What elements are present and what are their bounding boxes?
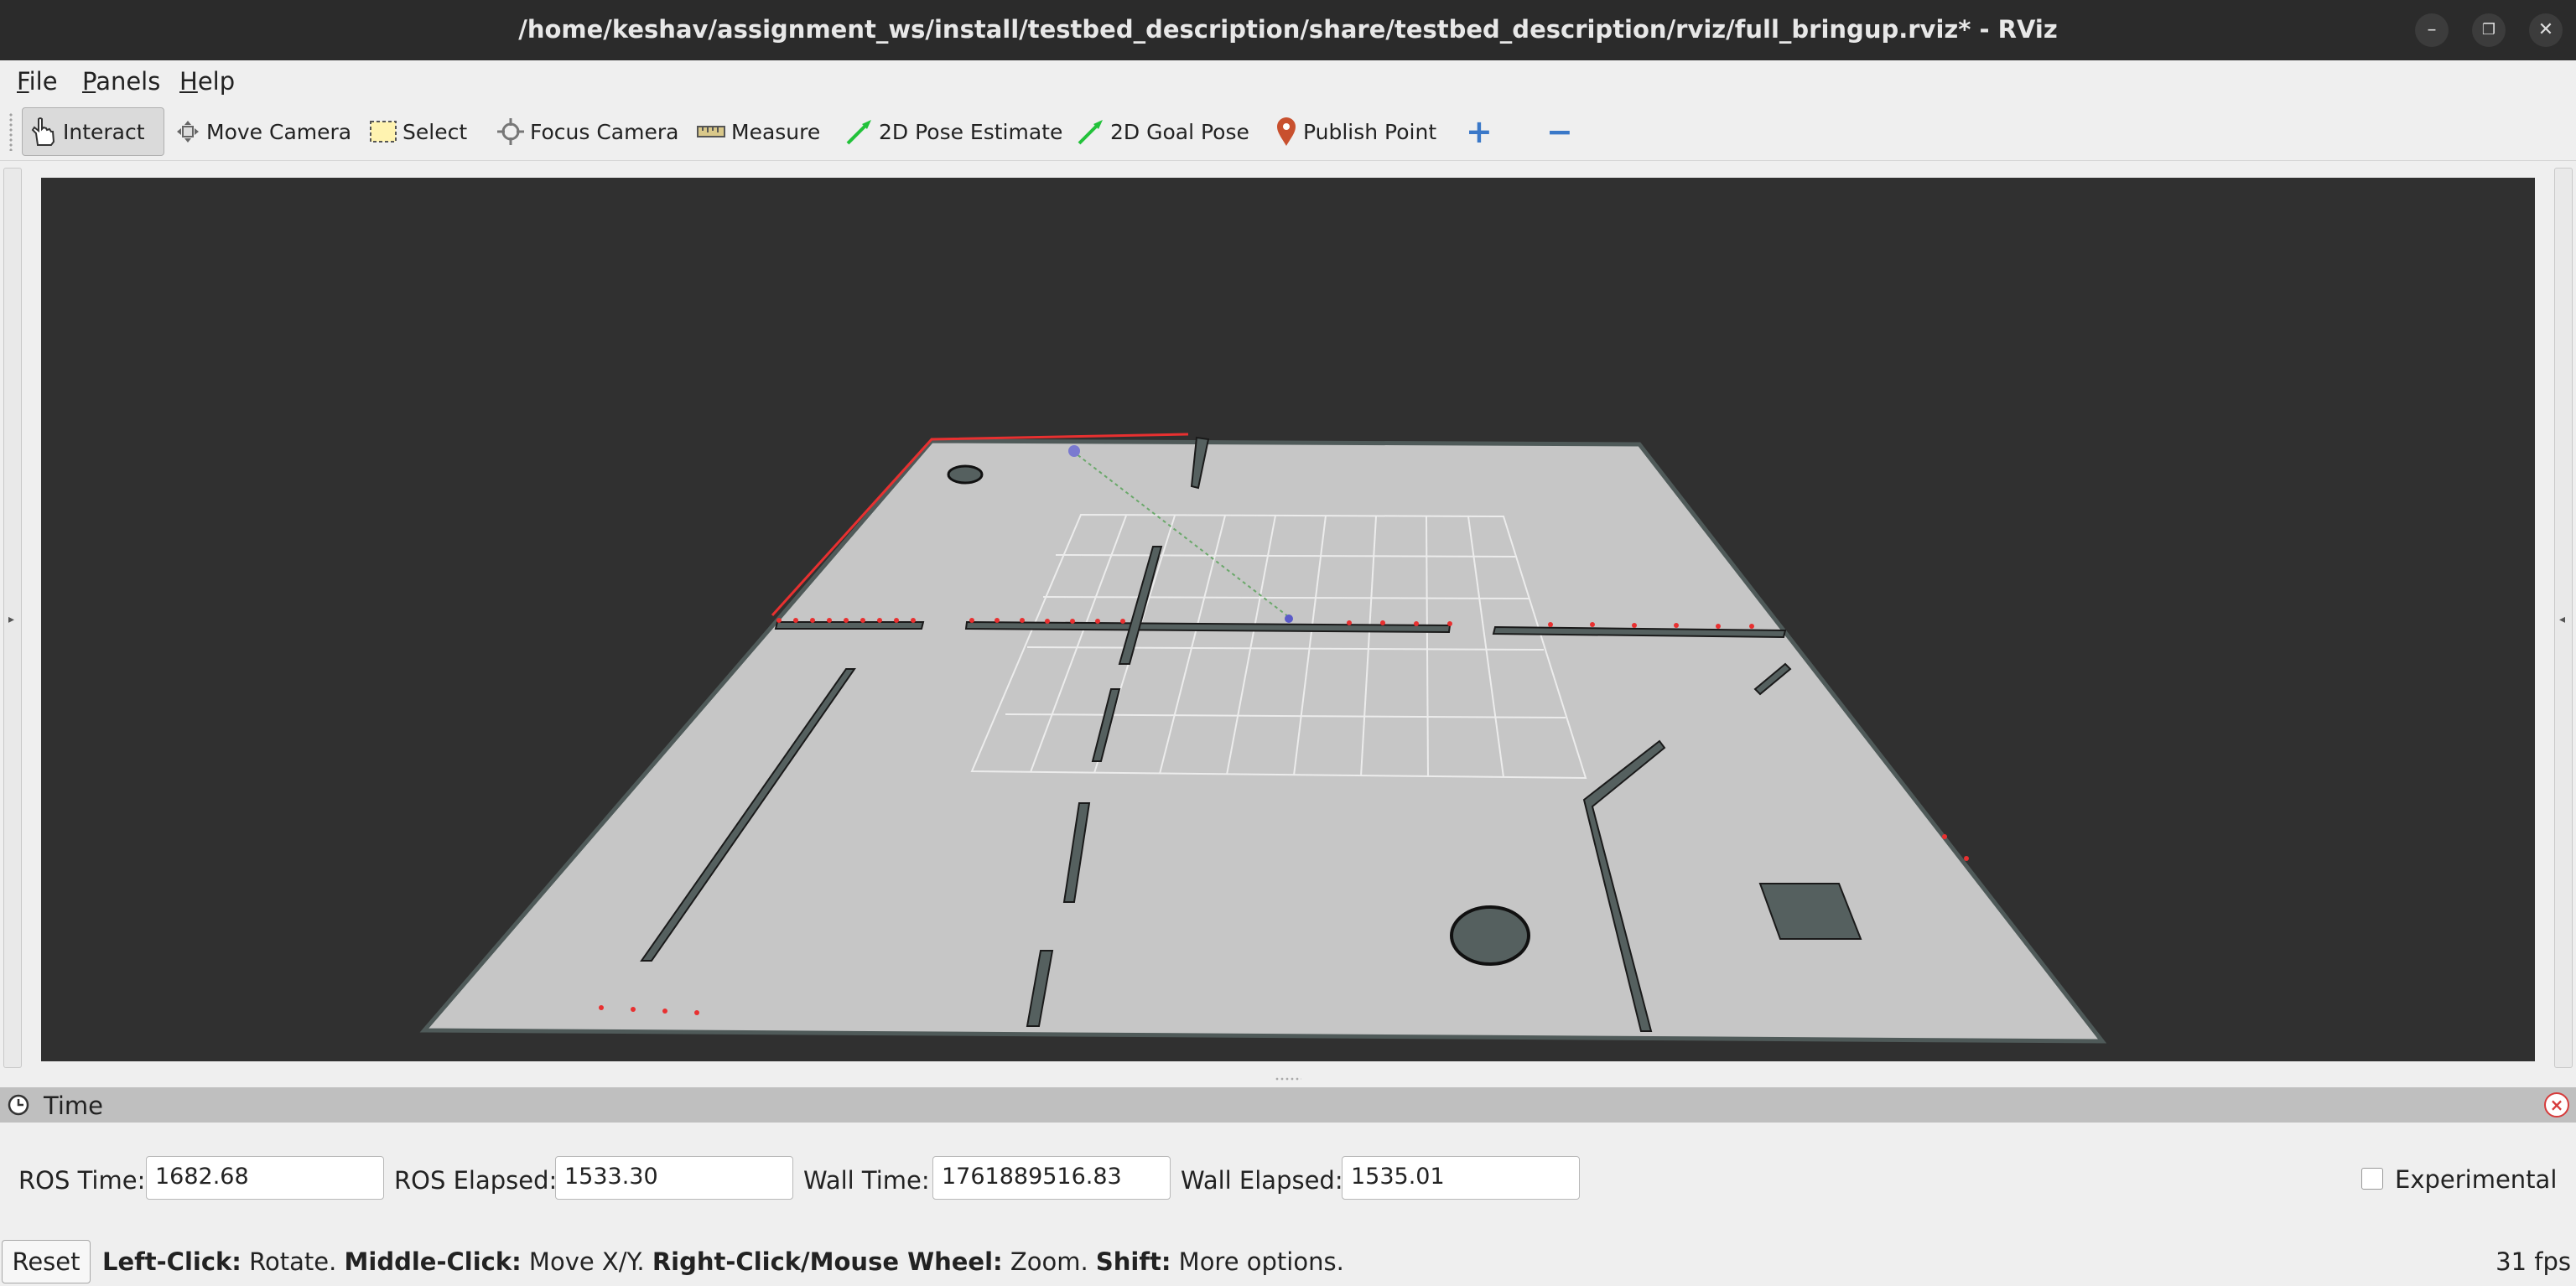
wall-time-label: Wall Time:	[803, 1166, 930, 1195]
wall-time-field[interactable]: 1761889516.83	[932, 1156, 1171, 1200]
ros-elapsed-label: ROS Elapsed:	[394, 1166, 558, 1195]
time-panel-title: Time	[44, 1092, 103, 1120]
experimental-label: Experimental	[2395, 1165, 2558, 1194]
experimental-checkbox[interactable]	[2361, 1168, 2383, 1190]
reset-button[interactable]: Reset	[2, 1240, 91, 1283]
tool-label: Focus Camera	[530, 119, 679, 144]
map-pin-icon	[1277, 117, 1296, 146]
round-obstacle	[1450, 905, 1530, 966]
tool-measure[interactable]: Measure	[689, 107, 827, 156]
tool-interact[interactable]: Interact	[22, 107, 164, 156]
tool-label: Measure	[731, 119, 821, 144]
robot-marker	[1068, 445, 1080, 457]
clock-icon	[8, 1094, 29, 1116]
menu-file[interactable]: File	[17, 67, 58, 96]
fps-readout: 31 fps	[2496, 1247, 2571, 1276]
menu-help[interactable]: Help	[179, 67, 235, 96]
tool-label: Select	[402, 119, 468, 144]
panel-splitter[interactable]	[1275, 1076, 1301, 1081]
map-scene	[419, 433, 2107, 1044]
tool-label: Interact	[63, 119, 145, 144]
left-dock-handle[interactable]: ▸	[3, 168, 22, 1068]
window-title: /home/keshav/assignment_ws/install/testb…	[518, 15, 2058, 44]
tool-publish-point[interactable]: Publish Point	[1268, 107, 1443, 156]
wall-elapsed-field[interactable]: 1535.01	[1342, 1156, 1580, 1200]
add-tool-button[interactable]: +	[1459, 107, 1499, 156]
tool-label: Publish Point	[1303, 119, 1437, 144]
wall-elapsed-label: Wall Elapsed:	[1181, 1166, 1343, 1195]
close-window-button[interactable]: ✕	[2529, 13, 2563, 47]
dashed-rect-icon	[370, 121, 397, 143]
ros-time-label: ROS Time:	[18, 1166, 146, 1195]
tool-label: Move Camera	[206, 119, 352, 144]
green-arrow-icon	[846, 120, 871, 145]
right-dock-handle[interactable]: ◂	[2554, 168, 2573, 1068]
time-panel-header: Time ×	[0, 1087, 2576, 1123]
tool-focus-camera[interactable]: Focus Camera	[490, 107, 685, 156]
interaction-hint: Left-Click: Rotate. Middle-Click: Move X…	[102, 1247, 1344, 1276]
goal-marker	[1285, 614, 1293, 623]
tool-move-camera[interactable]: Move Camera	[168, 107, 358, 156]
tool-label: 2D Pose Estimate	[879, 119, 1063, 144]
ruler-icon	[697, 126, 725, 137]
window-titlebar: /home/keshav/assignment_ws/install/testb…	[0, 0, 2576, 60]
menubar: File Panels Help	[0, 60, 2576, 102]
move-arrows-icon	[177, 121, 199, 143]
tool-2d-pose-estimate[interactable]: 2D Pose Estimate	[839, 107, 1069, 156]
minimize-button[interactable]: –	[2415, 13, 2449, 47]
render-viewport[interactable]	[41, 178, 2535, 1061]
remove-tool-button[interactable]: −	[1540, 107, 1580, 156]
expand-left-icon: ▸	[8, 613, 15, 626]
tool-2d-goal-pose[interactable]: 2D Goal Pose	[1070, 107, 1256, 156]
close-time-panel-icon[interactable]: ×	[2544, 1092, 2569, 1117]
small-obstacle	[947, 464, 984, 485]
hand-pointer-icon	[31, 117, 55, 146]
map-floor	[419, 438, 2107, 1044]
tools-toolbar: Interact Move Camera Select Focus Camera…	[0, 102, 2576, 161]
tool-label: 2D Goal Pose	[1110, 119, 1249, 144]
expand-right-icon: ◂	[2559, 613, 2566, 626]
status-bar: Reset Left-Click: Rotate. Middle-Click: …	[0, 1240, 2576, 1286]
ros-elapsed-field[interactable]: 1533.30	[555, 1156, 793, 1200]
menu-panels[interactable]: Panels	[82, 67, 160, 96]
tool-select[interactable]: Select	[362, 107, 474, 156]
time-panel: ROS Time: 1682.68 ROS Elapsed: 1533.30 W…	[0, 1123, 2576, 1240]
restore-button[interactable]: ❐	[2472, 13, 2506, 47]
ros-time-field[interactable]: 1682.68	[146, 1156, 384, 1200]
toolbar-grip[interactable]	[8, 112, 13, 151]
crosshair-icon	[497, 118, 524, 145]
green-arrow-icon	[1078, 120, 1103, 145]
